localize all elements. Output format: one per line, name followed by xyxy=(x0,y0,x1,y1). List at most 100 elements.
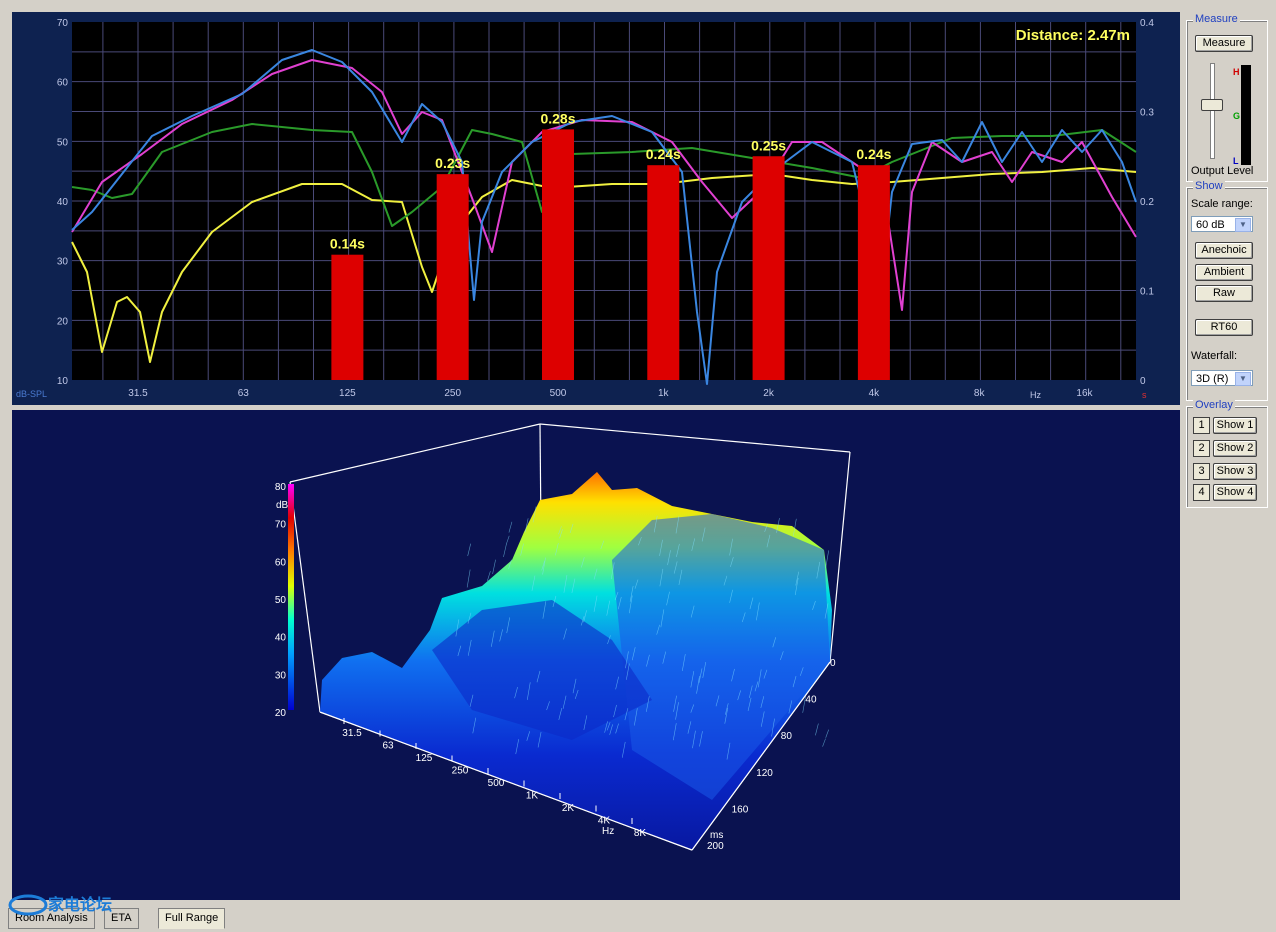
time-tick-label: 80 xyxy=(781,731,793,742)
measure-group: Measure Measure H G L Output Level xyxy=(1186,20,1268,182)
freq-tick-label: 250 xyxy=(452,766,469,777)
show-4-button[interactable]: Show 4 xyxy=(1213,484,1257,501)
freq-tick-label: 500 xyxy=(488,778,505,789)
freq-tick-label: 1K xyxy=(526,791,539,802)
time-tick-label: 40 xyxy=(805,695,817,706)
right-tick-label: 0.4 xyxy=(1140,18,1154,29)
show-group-legend: Show xyxy=(1193,180,1225,192)
freq-tick-label: 31.5 xyxy=(342,728,362,739)
show-3-button[interactable]: Show 3 xyxy=(1213,463,1257,480)
right-unit-label: s xyxy=(1142,390,1147,400)
overlay-4-button[interactable]: 4 xyxy=(1193,484,1210,501)
sidebar: Measure Measure H G L Output Level Show … xyxy=(1184,10,1270,506)
time-tick-label: 120 xyxy=(756,768,773,779)
y-unit-label: dB-SPL xyxy=(16,389,47,399)
chevron-down-icon[interactable]: ▼ xyxy=(1235,372,1251,386)
show-1-button[interactable]: Show 1 xyxy=(1213,417,1257,434)
x-tick-label: 500 xyxy=(550,388,567,399)
overlay-1-button[interactable]: 1 xyxy=(1193,417,1210,434)
y-tick-label: 40 xyxy=(57,197,69,208)
waterfall-value: 3D (R) xyxy=(1196,373,1228,385)
right-tick-label: 0.1 xyxy=(1140,287,1154,298)
anechoic-button[interactable]: Anechoic xyxy=(1195,242,1253,259)
level-meter xyxy=(1241,65,1251,165)
rt60-bar-label: 0.25s xyxy=(751,137,786,153)
x-tick-label: 250 xyxy=(444,388,461,399)
waterfall-3d-plot: 80 70 60 50 40 30 20 dB 31.5 63 125 250 500 1K 2K 4K 8… xyxy=(12,410,1180,900)
waterfall-panel: 80 70 60 50 40 30 20 dB 31.5 63 125 250 500 1K 2K 4K 8… xyxy=(12,410,1180,900)
show-group: Show Scale range: 60 dB ▼ Anechoic Ambie… xyxy=(1186,187,1268,401)
y-tick-label: 70 xyxy=(57,18,69,29)
rt60-bar xyxy=(437,174,469,380)
rt60-bar xyxy=(753,156,785,380)
output-level-slider[interactable] xyxy=(1201,63,1223,163)
x-unit-label: Hz xyxy=(1030,390,1041,400)
freq-tick-label: 4K xyxy=(598,816,611,827)
rt60-button[interactable]: RT60 xyxy=(1195,319,1253,336)
z-tick-label: 60 xyxy=(275,557,287,568)
z-tick-label: 70 xyxy=(275,520,287,531)
rt60-bar-label: 0.14s xyxy=(330,236,365,252)
z-tick-label: 30 xyxy=(275,670,287,681)
time-unit-label: ms xyxy=(710,830,723,841)
time-tick-label: 160 xyxy=(732,804,749,815)
right-tick-label: 0.3 xyxy=(1140,108,1154,119)
overlay-2-button[interactable]: 2 xyxy=(1193,440,1210,457)
waterfall-select[interactable]: 3D (R) ▼ xyxy=(1191,370,1253,386)
freq-tick-label: 2K xyxy=(562,803,575,814)
overlay-group: Overlay 1 Show 1 2 Show 2 3 Show 3 4 Sho… xyxy=(1186,406,1268,508)
waterfall-label: Waterfall: xyxy=(1191,350,1237,362)
logo-text: 家电论坛 xyxy=(48,895,112,914)
rt60-bar xyxy=(647,165,679,380)
measure-group-legend: Measure xyxy=(1193,13,1240,25)
overlay-3-button[interactable]: 3 xyxy=(1193,463,1210,480)
z-tick-label: 40 xyxy=(275,633,287,644)
z-tick-label: 80 xyxy=(275,482,287,493)
waterfall-surface xyxy=(320,472,832,850)
freq-tick-label: 8K xyxy=(634,828,647,839)
x-tick-label: 2k xyxy=(763,388,775,399)
meter-good-label: G xyxy=(1233,111,1240,121)
right-tick-label: 0.2 xyxy=(1140,197,1154,208)
rt60-bar-label: 0.24s xyxy=(646,146,681,162)
raw-button[interactable]: Raw xyxy=(1195,285,1253,302)
tab-bar: Room Analysis ETA Full Range 家电论坛 xyxy=(0,906,1276,932)
x-tick-label: 125 xyxy=(339,388,356,399)
x-tick-label: 31.5 xyxy=(128,388,148,399)
z-tick-label: 50 xyxy=(275,595,287,606)
forum-logo: 家电论坛 xyxy=(6,892,126,918)
y-tick-label: 60 xyxy=(57,78,69,89)
scale-range-select[interactable]: 60 dB ▼ xyxy=(1191,216,1253,232)
distance-label: Distance: 2.47m xyxy=(1016,27,1130,44)
y-tick-label: 20 xyxy=(57,316,69,327)
z-unit-label: dB xyxy=(276,500,289,511)
freq-tick-label: 63 xyxy=(382,741,394,752)
rt60-bar xyxy=(331,255,363,380)
rt60-plot: 0.14s 0.23s 0.28s 0.24s 0.25s 0.24s 70 60 50 40 3… xyxy=(12,12,1180,405)
tab-full-range[interactable]: Full Range xyxy=(158,908,225,929)
slider-thumb[interactable] xyxy=(1201,99,1223,111)
overlay-group-legend: Overlay xyxy=(1193,399,1235,411)
right-tick-label: 0 xyxy=(1140,376,1146,387)
x-tick-label: 4k xyxy=(869,388,881,399)
meter-high-label: H xyxy=(1233,67,1240,77)
output-level-label: Output Level xyxy=(1191,165,1253,177)
show-2-button[interactable]: Show 2 xyxy=(1213,440,1257,457)
x-tick-label: 1k xyxy=(658,388,670,399)
time-tick-label: 0 xyxy=(830,658,836,669)
y-tick-label: 10 xyxy=(57,376,69,387)
x-tick-label: 8k xyxy=(974,388,986,399)
rt60-bar-label: 0.28s xyxy=(540,110,575,126)
x-tick-label: 16k xyxy=(1076,388,1093,399)
frequency-response-chart: 0.14s 0.23s 0.28s 0.24s 0.25s 0.24s 70 60 50 40 3… xyxy=(12,12,1180,405)
scale-range-label: Scale range: xyxy=(1191,198,1253,210)
ambient-button[interactable]: Ambient xyxy=(1195,264,1253,281)
scale-range-value: 60 dB xyxy=(1196,219,1225,231)
freq-unit-label: Hz xyxy=(602,826,614,837)
color-scale-bar xyxy=(288,484,294,710)
measure-button[interactable]: Measure xyxy=(1195,35,1253,52)
x-tick-label: 63 xyxy=(238,388,250,399)
freq-tick-label: 125 xyxy=(416,753,433,764)
chevron-down-icon[interactable]: ▼ xyxy=(1235,218,1251,232)
y-tick-label: 50 xyxy=(57,137,69,148)
